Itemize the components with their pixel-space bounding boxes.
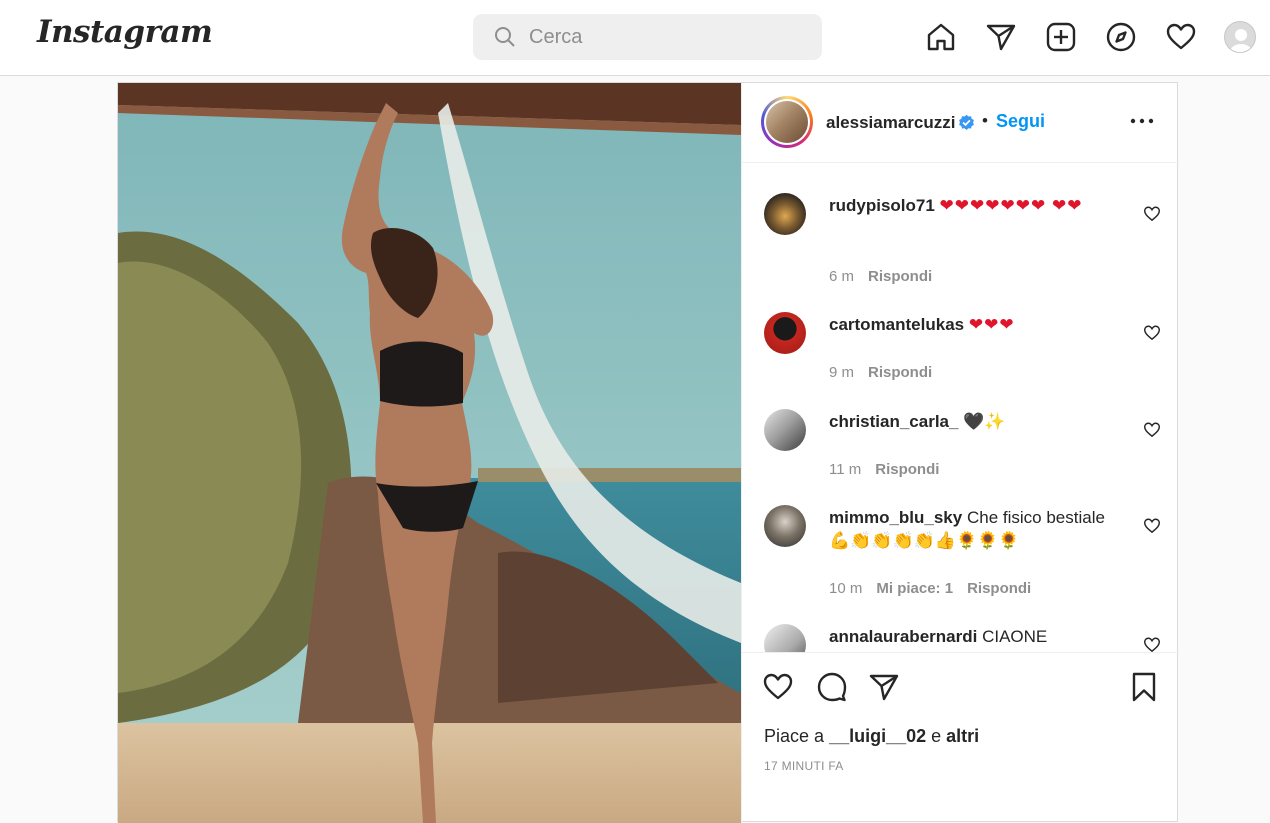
- likes-others-link[interactable]: altri: [946, 726, 979, 746]
- comments-list[interactable]: rudypisolo71 ❤❤❤❤❤❤❤ ❤❤ 6 m Rispondi cartom…: [742, 164, 1179, 652]
- comment-username[interactable]: cartomantelukas: [829, 315, 964, 334]
- comment-meta: 9 m Rispondi: [829, 364, 946, 381]
- post-header: alessiamarcuzzi • Segui: [742, 83, 1179, 163]
- comment-icon[interactable]: [816, 671, 848, 703]
- separator-dot: •: [982, 111, 988, 130]
- direct-message-icon[interactable]: [985, 21, 1017, 53]
- commenter-avatar[interactable]: [764, 624, 806, 652]
- post-sidebar: alessiamarcuzzi • Segui rudypisolo71 ❤❤❤…: [741, 83, 1179, 823]
- likes-summary: Piace a __luigi__02 e altri: [764, 726, 979, 747]
- comment-like-icon[interactable]: [1143, 636, 1161, 652]
- comment-text: christian_carla_ 🖤✨: [829, 410, 1119, 433]
- comment-like-icon[interactable]: [1143, 421, 1161, 439]
- beach-photo-illustration: [118, 83, 741, 823]
- comment-username[interactable]: mimmo_blu_sky: [829, 508, 962, 527]
- comment-text: mimmo_blu_sky Che fisico bestiale 💪👏👏👏👏👍…: [829, 506, 1119, 552]
- explore-icon[interactable]: [1105, 21, 1137, 53]
- comment-text: annalaurabernardi CIAONE: [829, 625, 1119, 648]
- search-box[interactable]: [473, 14, 822, 60]
- comment-time: 9 m: [829, 364, 855, 381]
- instagram-logo[interactable]: Instagram: [37, 14, 213, 50]
- author-avatar[interactable]: [761, 96, 813, 148]
- top-nav-bar: Instagram: [0, 0, 1270, 76]
- commenter-avatar[interactable]: [764, 409, 806, 451]
- verified-badge-icon: [959, 114, 974, 130]
- likes-conjunction: e: [931, 726, 942, 746]
- comment-time: 6 m: [829, 268, 855, 285]
- commenter-avatar[interactable]: [764, 193, 806, 235]
- comment-username[interactable]: rudypisolo71: [829, 196, 935, 215]
- comment-emoji: ❤❤❤❤❤❤❤ ❤❤: [939, 196, 1083, 215]
- search-icon: [495, 27, 515, 47]
- profile-avatar[interactable]: [1224, 21, 1256, 53]
- comment-username[interactable]: christian_carla_: [829, 412, 958, 431]
- comment-username[interactable]: annalaurabernardi: [829, 627, 977, 646]
- new-post-icon[interactable]: [1045, 21, 1077, 53]
- comment-meta: 11 m Rispondi: [829, 461, 953, 478]
- comment-text: cartomantelukas ❤❤❤: [829, 313, 1119, 336]
- save-bookmark-icon[interactable]: [1128, 671, 1160, 703]
- reply-button[interactable]: Rispondi: [875, 461, 939, 478]
- comment-emoji: 💪👏👏👏👏👍🌻🌻🌻: [829, 531, 1020, 550]
- reply-button[interactable]: Rispondi: [967, 580, 1031, 597]
- comment-emoji: ❤❤❤: [968, 315, 1015, 334]
- comment-time: 10 m: [829, 580, 863, 597]
- follow-button[interactable]: Segui: [996, 111, 1045, 132]
- post-photo[interactable]: [118, 83, 741, 823]
- post-timestamp: 17 MINUTI FA: [764, 759, 844, 773]
- comment-likes-count[interactable]: Mi piace: 1: [876, 580, 953, 597]
- post-card: alessiamarcuzzi • Segui rudypisolo71 ❤❤❤…: [117, 82, 1179, 823]
- likes-prefix: Piace a: [764, 726, 825, 746]
- post-actions: Piace a __luigi__02 e altri 17 MINUTI FA: [742, 652, 1179, 823]
- reply-button[interactable]: Rispondi: [868, 268, 932, 285]
- commenter-avatar[interactable]: [764, 312, 806, 354]
- comment-emoji: 🖤✨: [963, 412, 1006, 431]
- reply-button[interactable]: Rispondi: [868, 364, 932, 381]
- comment-body: Che fisico bestiale: [966, 508, 1105, 527]
- comment-meta: 6 m Rispondi: [829, 268, 946, 285]
- author-username[interactable]: alessiamarcuzzi: [826, 113, 955, 133]
- activity-heart-icon[interactable]: [1165, 21, 1197, 53]
- share-icon[interactable]: [868, 671, 900, 703]
- like-icon[interactable]: [762, 671, 794, 703]
- comment-text: rudypisolo71 ❤❤❤❤❤❤❤ ❤❤: [829, 194, 1119, 217]
- commenter-avatar[interactable]: [764, 505, 806, 547]
- more-options-icon[interactable]: [1128, 111, 1156, 131]
- comment-like-icon[interactable]: [1143, 205, 1161, 223]
- comment-meta: 10 m Mi piace: 1 Rispondi: [829, 580, 1045, 597]
- likes-user-link[interactable]: __luigi__02: [829, 726, 926, 746]
- comment-like-icon[interactable]: [1143, 324, 1161, 342]
- home-icon[interactable]: [925, 21, 957, 53]
- comment-time: 11 m: [829, 461, 862, 478]
- user-silhouette-icon: [1230, 29, 1252, 52]
- search-input[interactable]: [529, 25, 789, 49]
- comment-body: CIAONE: [982, 627, 1048, 646]
- comment-like-icon[interactable]: [1143, 517, 1161, 535]
